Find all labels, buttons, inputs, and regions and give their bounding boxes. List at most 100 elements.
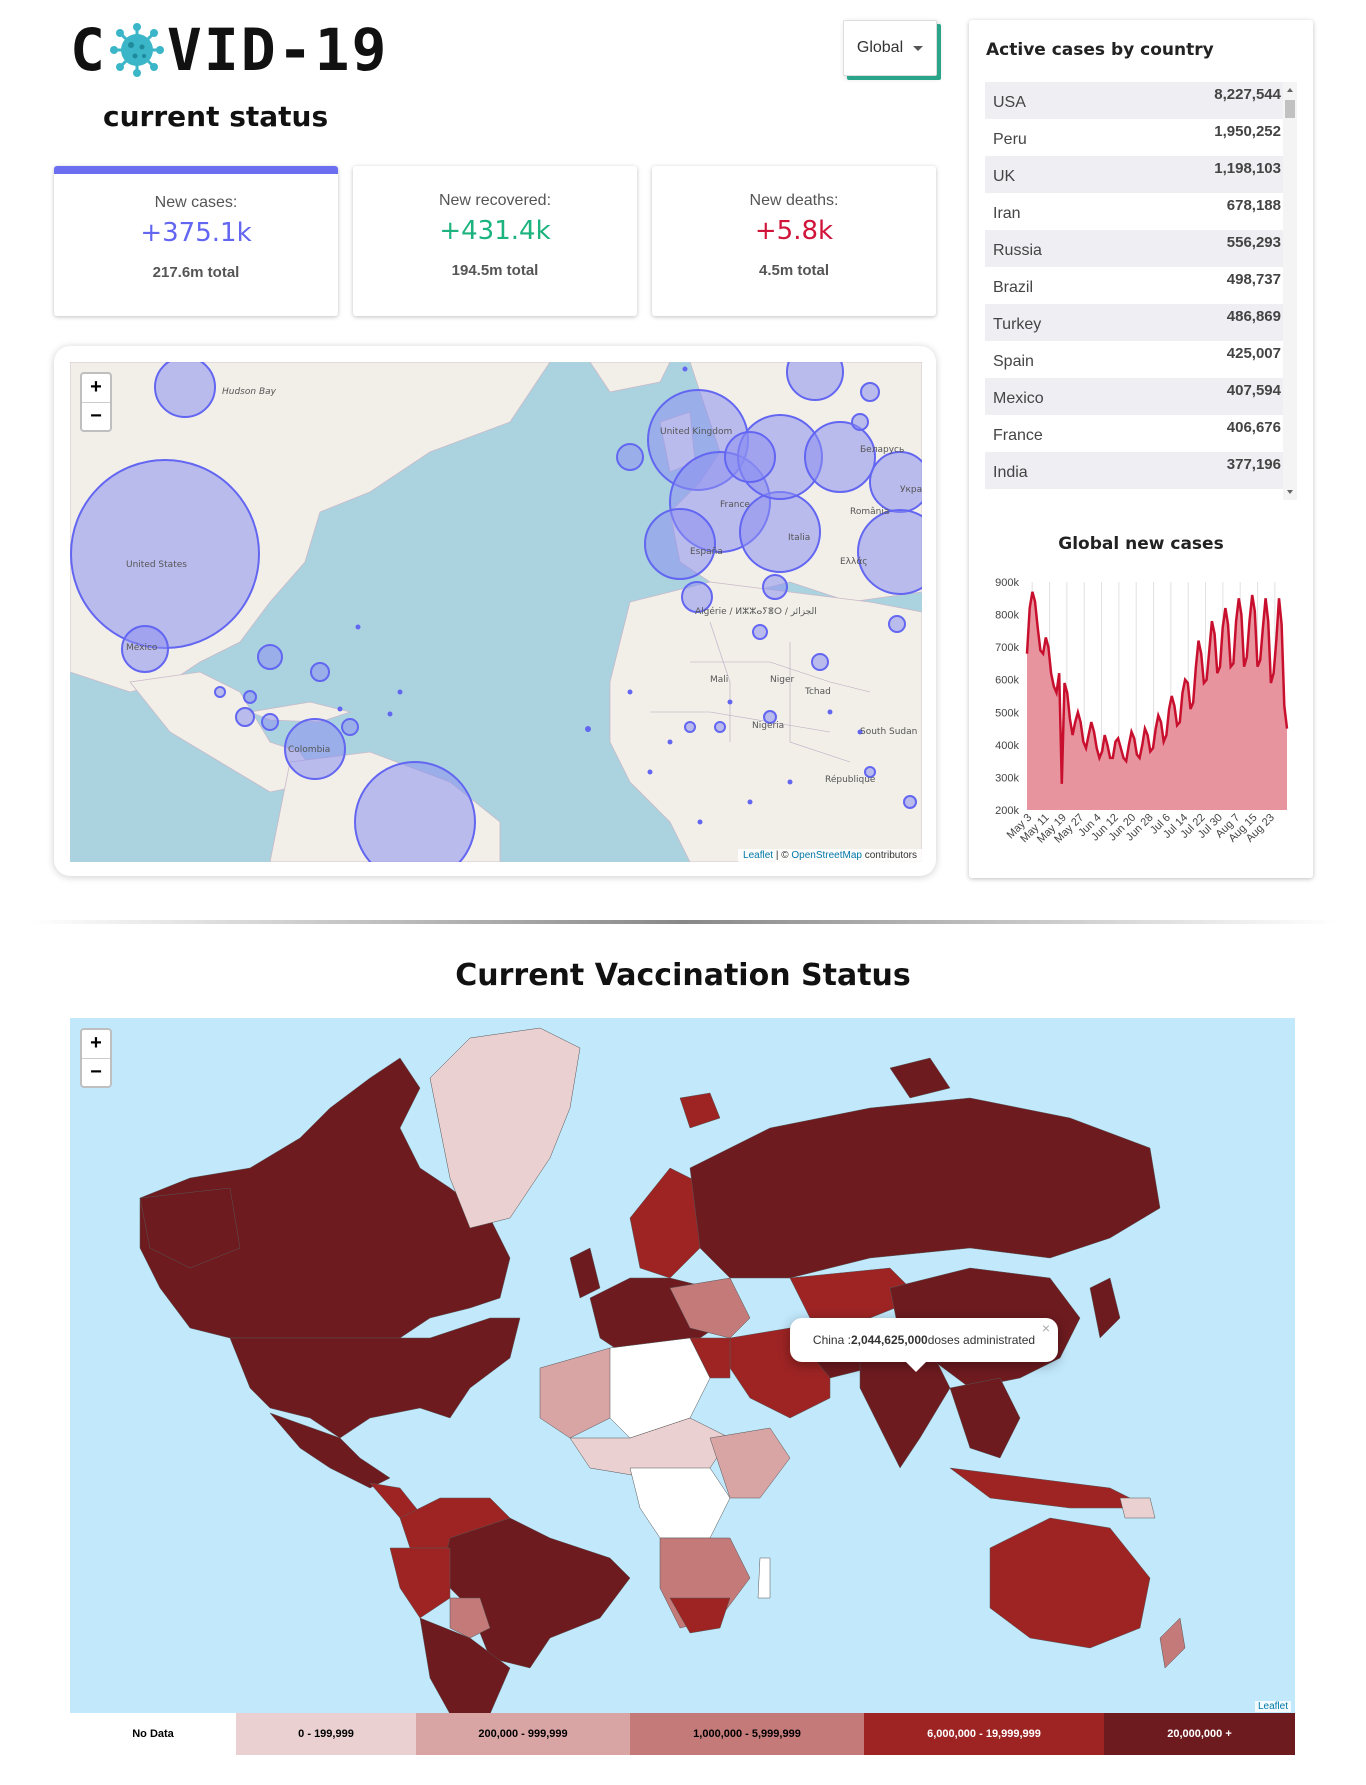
- country-name: Spain: [993, 353, 1034, 370]
- scroll-down-icon[interactable]: [1287, 490, 1293, 494]
- stat-value: +375.1k: [140, 218, 252, 248]
- new-recovered-card[interactable]: New recovered: +431.4k 194.5m total: [353, 166, 637, 316]
- vaccination-map-zoom: + −: [80, 1028, 112, 1088]
- map-label: Algérie / ⵍⵣⵣⴰⵢⴻⵔ / الجزائر: [695, 606, 817, 617]
- country-list[interactable]: USA 8,227,544 Peru 1,950,252 UK 1,198,103 Iran…: [985, 82, 1297, 500]
- map-label: United States: [126, 560, 187, 570]
- leaflet-link[interactable]: Leaflet: [1254, 1701, 1291, 1712]
- map-label: Tchad: [804, 687, 831, 697]
- bubble-ukraine: [869, 451, 922, 513]
- virus-icon: [109, 23, 164, 77]
- bubble-small: [243, 690, 257, 704]
- country-active-count: 8,227,544: [1214, 86, 1281, 103]
- country-row[interactable]: Turkey 486,869: [985, 304, 1297, 341]
- region-select[interactable]: Global: [843, 20, 937, 76]
- bubble-small: [616, 443, 644, 471]
- map-label: United Kingdom: [660, 427, 732, 437]
- country-active-count: 498,737: [1226, 271, 1281, 288]
- greenland-land: [589, 362, 671, 393]
- zoom-in-button[interactable]: +: [82, 1030, 110, 1058]
- country-row[interactable]: Iran 678,188: [985, 193, 1297, 230]
- country-active-count: 406,676: [1226, 419, 1281, 436]
- attribution-tail: contributors: [861, 850, 917, 861]
- bubble-small: [684, 721, 696, 733]
- bubble-map-zoom: + −: [80, 372, 112, 432]
- country-row[interactable]: UK 1,198,103: [985, 156, 1297, 193]
- stat-total: 217.6m total: [152, 264, 240, 281]
- tooltip-suffix: doses administrated: [927, 1333, 1036, 1347]
- y-tick-label: 200k: [995, 805, 1019, 817]
- logo-letter-c: C: [70, 16, 107, 84]
- y-tick-label: 700k: [995, 642, 1019, 654]
- stat-value: +431.4k: [439, 216, 551, 246]
- bubble-us: [70, 459, 260, 649]
- close-icon[interactable]: ×: [1042, 1320, 1050, 1336]
- bubble-small: [214, 686, 226, 698]
- country-row[interactable]: France 406,676: [985, 415, 1297, 452]
- bubble-map-canvas: United Kingdom United States France Espa…: [70, 362, 922, 862]
- bubble-map[interactable]: United Kingdom United States France Espa…: [70, 362, 922, 862]
- country-australia: [989, 1517, 1151, 1649]
- country-row[interactable]: Brazil 498,737: [985, 267, 1297, 304]
- country-madagascar: [757, 1557, 771, 1599]
- vaccination-title: Current Vaccination Status: [455, 958, 911, 993]
- scroll-up-icon[interactable]: [1287, 88, 1293, 92]
- zoom-out-button[interactable]: −: [82, 402, 110, 430]
- scroll-thumb[interactable]: [1285, 100, 1295, 118]
- country-png: [1119, 1497, 1156, 1519]
- dashboard-page: C VID-19 current status Global New cases…: [0, 0, 1366, 1785]
- map-label: Ελλάς: [840, 557, 868, 567]
- bubble-small: [811, 653, 829, 671]
- country-active-count: 377,196: [1226, 456, 1281, 473]
- region-select-value: Global: [856, 39, 904, 56]
- country-row[interactable]: Peru 1,950,252: [985, 119, 1297, 156]
- country-arctic-islands: [679, 1092, 721, 1129]
- legend-item: No Data: [70, 1713, 236, 1755]
- map-label: Україна: [900, 485, 922, 495]
- bubble-small: [888, 615, 906, 633]
- legend-item: 0 - 199,999: [236, 1713, 416, 1755]
- section-divider: [30, 920, 1336, 924]
- country-new-zealand: [1159, 1617, 1186, 1669]
- country-name: Turkey: [993, 316, 1042, 333]
- country-row[interactable]: Russia 556,293: [985, 230, 1297, 267]
- country-name: USA: [993, 94, 1026, 111]
- osm-link[interactable]: OpenStreetMap: [791, 850, 862, 861]
- new-deaths-card[interactable]: New deaths: +5.8k 4.5m total: [652, 166, 936, 316]
- stat-label: New recovered:: [438, 192, 552, 209]
- bubble-small: [261, 713, 279, 731]
- new-cases-card[interactable]: New cases: +375.1k 217.6m total: [54, 166, 338, 316]
- y-tick-label: 300k: [995, 772, 1019, 784]
- bubble-canada: [154, 362, 216, 418]
- country-row[interactable]: Spain 425,007: [985, 341, 1297, 378]
- map-label: Беларусь: [860, 445, 904, 455]
- map-label: España: [690, 547, 723, 557]
- y-tick-label: 600k: [995, 675, 1019, 687]
- country-russia: [689, 1097, 1161, 1279]
- stat-total: 194.5m total: [451, 262, 539, 279]
- bubble-small: [851, 413, 869, 431]
- zoom-in-button[interactable]: +: [82, 374, 110, 402]
- country-japan: [1089, 1277, 1121, 1339]
- list-scrollbar[interactable]: [1283, 82, 1297, 500]
- country-row[interactable]: India 377,196: [985, 452, 1297, 489]
- country-peru: [389, 1547, 451, 1619]
- bubble-small: [235, 707, 255, 727]
- country-name: France: [993, 427, 1043, 444]
- zoom-out-button[interactable]: −: [82, 1058, 110, 1086]
- country-row[interactable]: USA 8,227,544: [985, 82, 1297, 119]
- map-label: Niger: [770, 675, 794, 685]
- country-novaya-zemlya: [889, 1057, 951, 1099]
- tooltip-value: 2,044,625,000: [850, 1333, 928, 1347]
- country-name: Mexico: [993, 390, 1044, 407]
- bubble-small: [310, 662, 330, 682]
- country-central-africa: [629, 1467, 731, 1539]
- leaflet-link[interactable]: Leaflet: [743, 850, 773, 861]
- country-uk: [569, 1247, 601, 1299]
- vaccination-map[interactable]: + − Leaflet: [70, 1018, 1295, 1714]
- map-label: México: [126, 642, 158, 653]
- country-row[interactable]: Mexico 407,594: [985, 378, 1297, 415]
- country-active-count: 486,869: [1226, 308, 1281, 325]
- map-label: Mali: [710, 675, 728, 685]
- legend-item: 200,000 - 999,999: [416, 1713, 630, 1755]
